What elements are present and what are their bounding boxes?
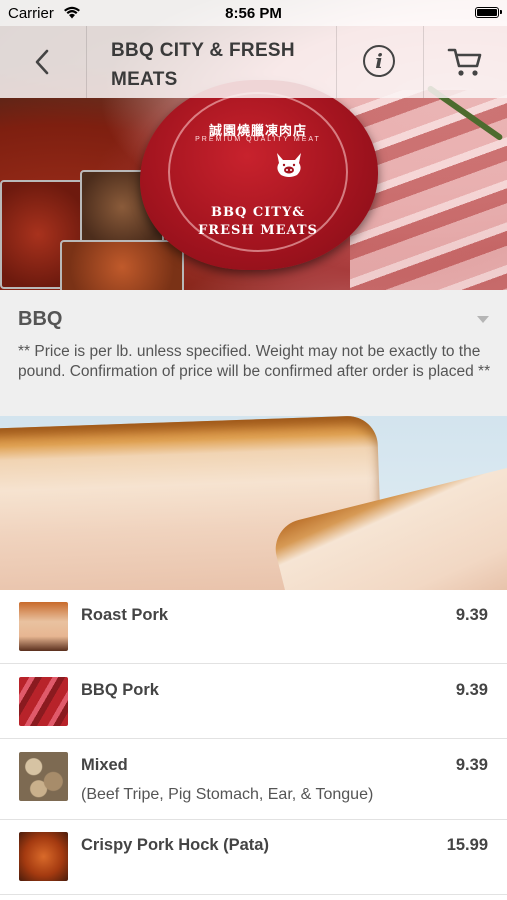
logo-tagline: PREMIUM QUALITY MEAT <box>195 136 321 143</box>
page-title: BBQ CITY & FRESH MEATS <box>111 40 295 90</box>
roast-pork-thumbnail <box>19 602 68 651</box>
item-name: Mixed <box>81 756 128 774</box>
item-price: 9.39 <box>455 606 488 624</box>
menu-item-roast-pork[interactable]: Roast Pork 9.39 <box>0 590 507 664</box>
item-price: 9.39 <box>455 756 488 774</box>
cart-icon <box>447 48 482 76</box>
pig-head-icon <box>277 153 301 177</box>
item-price: 15.99 <box>446 836 488 854</box>
menu-list: Roast Pork 9.39 BBQ Pork 9.39 Mixed (Bee… <box>0 590 507 895</box>
category-header[interactable]: BBQ ** Price is per lb. unless specified… <box>0 290 507 416</box>
mixed-thumbnail <box>19 752 68 801</box>
seal-ring: 誠園燒臘凍肉店 PREMIUM QUALITY MEAT BBQ CITY& F… <box>168 92 348 252</box>
menu-item-crispy-pork-hock[interactable]: Crispy Pork Hock (Pata) 15.99 <box>0 820 507 895</box>
crispy-pork-hock-thumbnail <box>19 832 68 881</box>
logo-name: BBQ CITY& FRESH MEATS <box>170 204 346 240</box>
item-name: BBQ Pork <box>81 681 159 699</box>
category-image <box>0 416 507 590</box>
nav-bar: BBQ CITY & FRESH MEATS i <box>0 26 507 98</box>
bbq-tray-image <box>60 240 184 290</box>
caret-down-icon[interactable] <box>477 316 489 323</box>
cart-button[interactable] <box>423 26 507 98</box>
chevron-left-icon <box>35 49 49 75</box>
clock: 8:56 PM <box>225 5 282 22</box>
item-description: (Beef Tripe, Pig Stomach, Ear, & Tongue) <box>81 786 374 803</box>
menu-item-bbq-pork[interactable]: BBQ Pork 9.39 <box>0 664 507 739</box>
logo-name-line2: FRESH MEATS <box>198 223 318 238</box>
logo-name-line1: BBQ CITY& <box>211 205 305 220</box>
battery-icon <box>475 7 502 18</box>
item-name: Crispy Pork Hock (Pata) <box>81 836 269 854</box>
status-bar: Carrier 8:56 PM <box>0 0 507 26</box>
item-price: 9.39 <box>455 681 488 699</box>
back-button[interactable] <box>0 26 87 98</box>
category-title: BBQ <box>18 308 63 330</box>
category-note: ** Price is per lb. unless specified. We… <box>18 343 491 380</box>
item-name: Roast Pork <box>81 606 169 624</box>
menu-item-mixed[interactable]: Mixed (Beef Tripe, Pig Stomach, Ear, & T… <box>0 739 507 820</box>
restaurant-logo-seal: 誠園燒臘凍肉店 PREMIUM QUALITY MEAT BBQ CITY& F… <box>140 80 378 270</box>
info-button[interactable]: i <box>336 26 424 98</box>
info-icon: i <box>363 45 395 77</box>
bbq-pork-thumbnail <box>19 677 68 726</box>
